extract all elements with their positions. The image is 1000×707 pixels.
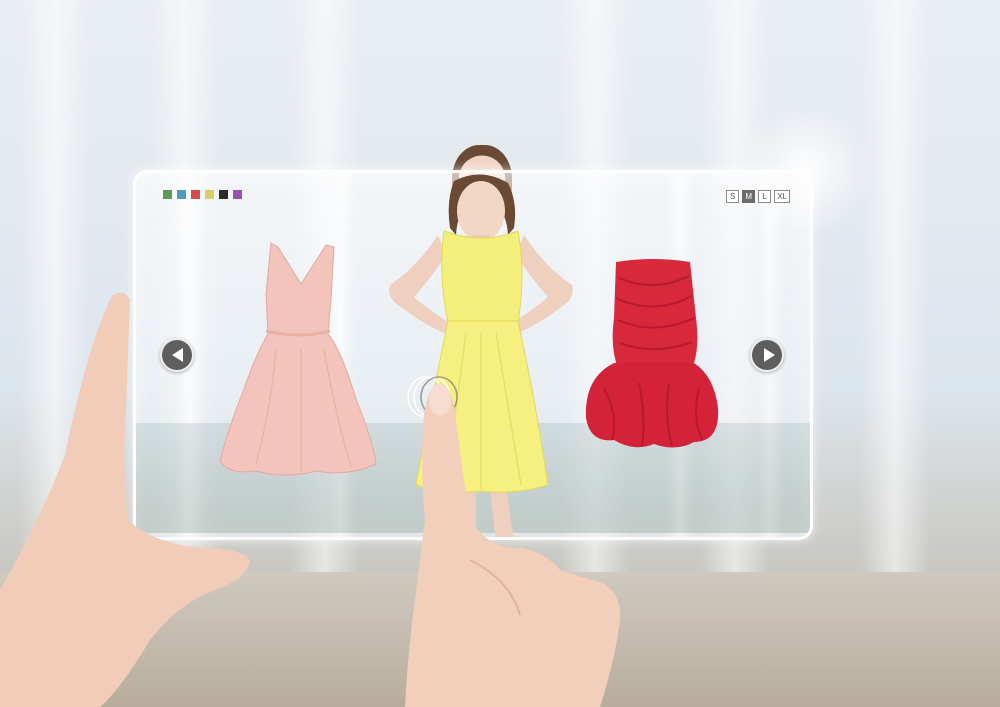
size-option-l[interactable]: L xyxy=(758,190,772,203)
model-yellow-dress[interactable] xyxy=(376,173,586,540)
size-option-s[interactable]: S xyxy=(726,190,740,203)
chevron-left-icon xyxy=(172,348,183,362)
yellow-dress-body xyxy=(441,230,523,324)
color-swatch-black[interactable] xyxy=(219,190,228,199)
size-option-m[interactable]: M xyxy=(742,190,756,203)
red-dress[interactable] xyxy=(584,258,724,453)
model-arm-left xyxy=(389,235,450,333)
size-option-xl[interactable]: XL xyxy=(774,190,790,203)
tablet-screen: S M L XL xyxy=(133,170,813,540)
red-dress-bodice xyxy=(612,259,698,368)
next-button[interactable] xyxy=(750,338,784,372)
color-swatch-purple[interactable] xyxy=(233,190,242,199)
pink-dress[interactable] xyxy=(216,239,386,479)
color-swatch-red[interactable] xyxy=(191,190,200,199)
floor xyxy=(0,572,1000,707)
size-selector: S M L XL xyxy=(726,190,790,203)
color-swatch-yellow[interactable] xyxy=(205,190,214,199)
red-dress-skirt xyxy=(585,363,719,448)
previous-button[interactable] xyxy=(160,338,194,372)
curtain-fold xyxy=(20,0,90,587)
model-face xyxy=(457,181,505,241)
touch-ripple xyxy=(407,376,458,418)
pink-dress-body xyxy=(219,242,377,476)
color-swatches xyxy=(163,190,242,199)
curtain-fold xyxy=(860,0,930,587)
color-swatch-green[interactable] xyxy=(163,190,172,199)
color-swatch-blue[interactable] xyxy=(177,190,186,199)
chevron-right-icon xyxy=(764,348,775,362)
